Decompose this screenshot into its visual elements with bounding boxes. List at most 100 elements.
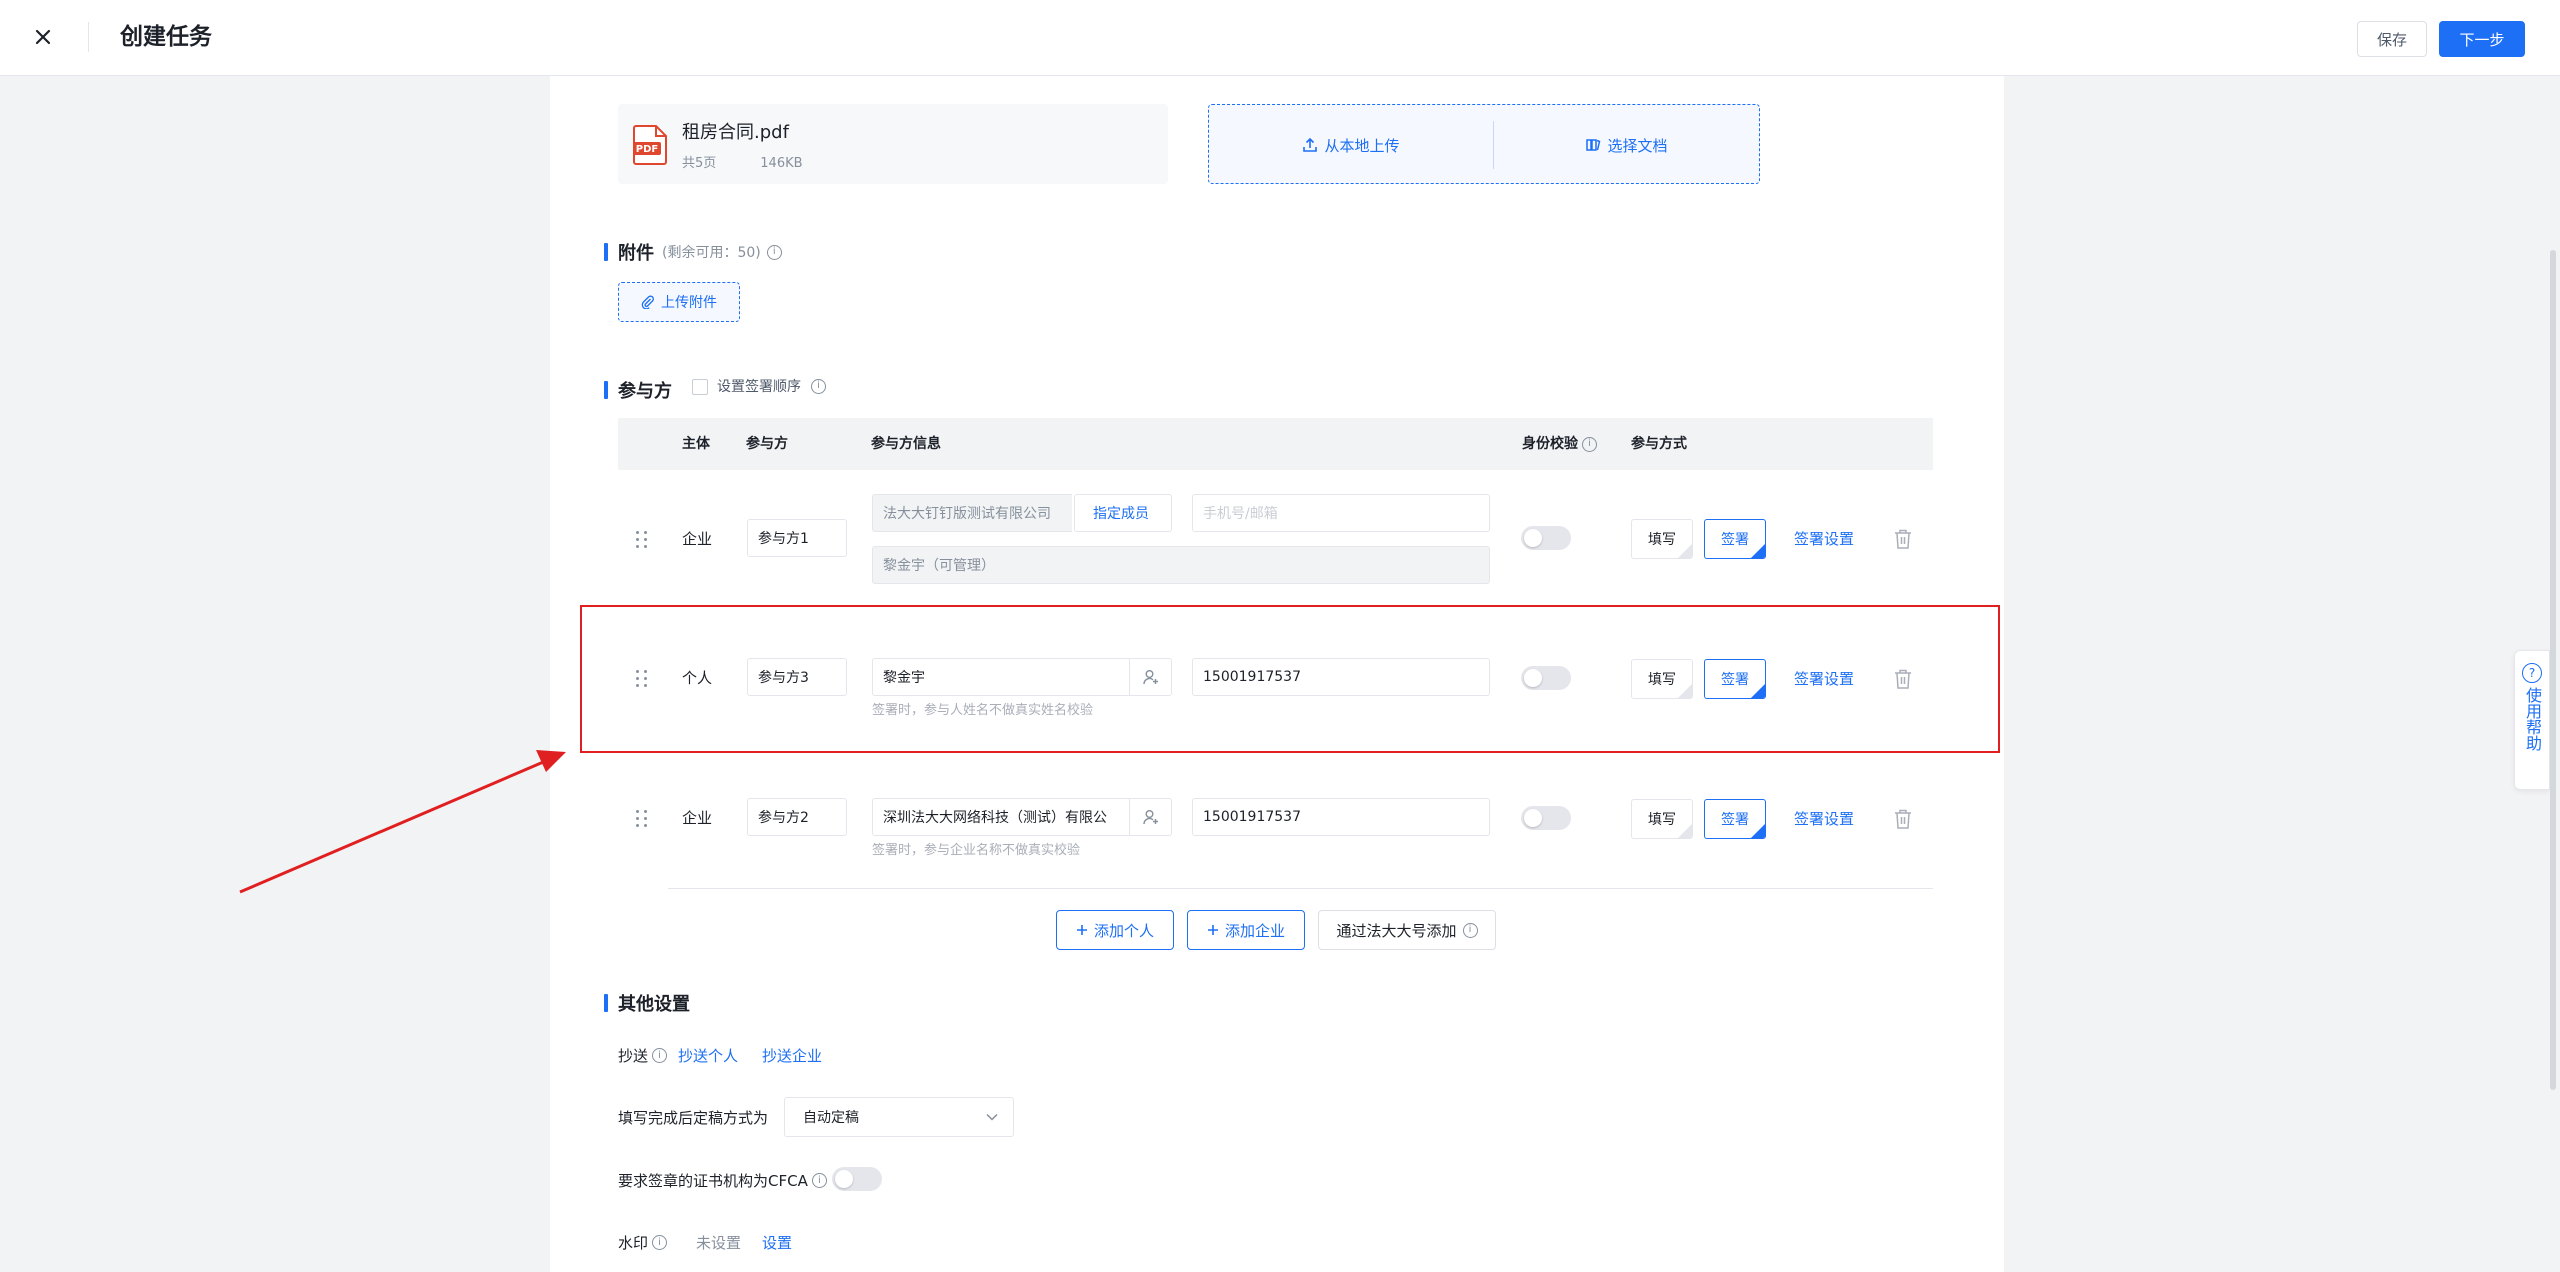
row2-subject: 个人 <box>682 669 713 687</box>
upload-attachment-button[interactable]: 上传附件 <box>618 282 740 322</box>
section-bar <box>604 994 608 1012</box>
row1-verify-toggle[interactable] <box>1521 526 1571 550</box>
watermark-row: 水印 i <box>618 1232 668 1253</box>
row2-fill-mode[interactable]: 填写 <box>1631 659 1693 699</box>
info-icon: i <box>1462 922 1478 938</box>
row1-subject: 企业 <box>682 530 713 548</box>
col-info: 参与方信息 <box>871 436 941 452</box>
row3-select-contact-button[interactable] <box>1129 799 1171 835</box>
trash-icon[interactable] <box>1893 528 1913 550</box>
row1-company-input[interactable]: 法大大钉钉版测试有限公司 <box>872 494 1072 532</box>
document-upload-box: 从本地上传 选择文档 <box>1208 104 1760 184</box>
save-button[interactable]: 保存 <box>2357 21 2427 57</box>
finalize-select[interactable]: 自动定稿 <box>784 1097 1014 1137</box>
sign-order-label: 设置签署顺序 i <box>717 376 826 396</box>
page-scrollbar[interactable] <box>2550 250 2556 1090</box>
row3-company-text: 深圳法大大网络科技（测试）有限公 <box>883 810 1107 826</box>
row2-sign-mode[interactable]: 签署 <box>1704 659 1766 699</box>
cc-label: 抄送 <box>618 1047 649 1065</box>
row3-contact-input[interactable]: 15001917537 <box>1192 798 1490 836</box>
contact-person-icon <box>1142 810 1158 825</box>
close-button[interactable] <box>28 22 58 52</box>
document-library-icon <box>1586 139 1601 151</box>
participants-title: 参与方 <box>618 381 672 402</box>
drag-handle-icon[interactable] <box>636 668 648 688</box>
add-via-label: 通过法大大号添加 <box>1336 921 1457 940</box>
file-meta: 共5页 146KB <box>682 152 847 171</box>
trash-icon[interactable] <box>1893 668 1913 690</box>
drag-handle-icon[interactable] <box>636 529 648 549</box>
row3-company-input[interactable]: 深圳法大大网络科技（测试）有限公 <box>872 798 1172 836</box>
add-company-button[interactable]: 添加企业 <box>1187 910 1305 950</box>
watermark-status: 未设置 <box>696 1234 742 1252</box>
info-icon[interactable]: i <box>766 244 782 260</box>
upload-icon <box>1303 137 1318 152</box>
row2-contact-input[interactable]: 15001917537 <box>1192 658 1490 696</box>
row1-assign-member-button[interactable]: 指定成员 <box>1074 494 1172 532</box>
row1-sign-text: 签署 <box>1721 532 1749 548</box>
sign-order-checkbox[interactable] <box>692 379 708 395</box>
info-icon[interactable]: i <box>811 378 826 394</box>
upload-local-button[interactable]: 从本地上传 <box>1209 105 1493 185</box>
row3-party-input[interactable]: 参与方2 <box>747 798 847 836</box>
help-float-button[interactable]: ? 使用帮助 <box>2514 650 2550 790</box>
cc-company-link[interactable]: 抄送企业 <box>762 1045 822 1066</box>
row1-party-input[interactable]: 参与方1 <box>747 519 847 557</box>
row2-name-input[interactable]: 黎金宇 <box>872 658 1172 696</box>
row2-select-contact-button[interactable] <box>1129 659 1171 695</box>
chevron-down-icon <box>986 1113 998 1121</box>
row3-subject: 企业 <box>682 809 713 827</box>
upload-attachment-label: 上传附件 <box>661 295 717 311</box>
add-person-button[interactable]: 添加个人 <box>1056 910 1174 950</box>
add-company-label: 添加企业 <box>1224 921 1285 940</box>
col-party: 参与方 <box>746 436 788 452</box>
pdf-file-icon: PDF <box>633 125 667 165</box>
section-bar <box>604 243 608 261</box>
next-step-button[interactable]: 下一步 <box>2439 21 2525 57</box>
row2-fill-text: 填写 <box>1648 672 1676 688</box>
row3-fill-text: 填写 <box>1648 812 1676 828</box>
finalize-value: 自动定稿 <box>803 1110 859 1126</box>
row3-sign-settings-link[interactable]: 签署设置 <box>1794 808 1854 829</box>
row1-sign-mode[interactable]: 签署 <box>1704 519 1766 559</box>
row3-fill-mode[interactable]: 填写 <box>1631 799 1693 839</box>
corner-mark <box>1751 544 1765 558</box>
other-settings-section-title: 其他设置 <box>604 990 690 1016</box>
info-icon[interactable]: i <box>1582 436 1597 452</box>
file-name: 租房合同.pdf <box>682 122 789 143</box>
drag-handle-icon[interactable] <box>636 808 648 828</box>
watermark-set-link[interactable]: 设置 <box>762 1232 792 1253</box>
row2-verify-toggle[interactable] <box>1521 666 1571 690</box>
row1-fill-mode[interactable]: 填写 <box>1631 519 1693 559</box>
add-via-fadada-button[interactable]: 通过法大大号添加 i <box>1318 910 1496 950</box>
section-bar <box>604 381 608 399</box>
info-icon[interactable]: i <box>652 1048 668 1063</box>
upload-local-label: 从本地上传 <box>1324 136 1400 155</box>
row3-sign-mode[interactable]: 签署 <box>1704 799 1766 839</box>
cfca-label: 要求签章的证书机构为CFCA <box>618 1172 808 1190</box>
row2-party-input[interactable]: 参与方3 <box>747 658 847 696</box>
cfca-toggle[interactable] <box>832 1167 882 1191</box>
row3-verify-toggle[interactable] <box>1521 806 1571 830</box>
row1-sign-settings-link[interactable]: 签署设置 <box>1794 528 1854 549</box>
close-icon <box>35 29 51 45</box>
participants-table-header: 主体 参与方 参与方信息 身份校验 i 参与方式 <box>618 418 1933 470</box>
document-file-card[interactable]: PDF 租房合同.pdf 共5页 146KB <box>618 104 1168 184</box>
cc-person-link[interactable]: 抄送个人 <box>678 1045 738 1066</box>
info-icon[interactable]: i <box>652 1235 668 1250</box>
row3-sign-text: 签署 <box>1721 812 1749 828</box>
cfca-row: 要求签章的证书机构为CFCA i <box>618 1170 827 1191</box>
row1-contact-input[interactable]: 手机号/邮箱 <box>1192 494 1490 532</box>
col-subject: 主体 <box>682 436 710 452</box>
info-icon[interactable]: i <box>811 1173 827 1188</box>
choose-document-button[interactable]: 选择文档 <box>1494 105 1759 185</box>
row1-member-input[interactable]: 黎金宇（可管理） <box>872 546 1490 584</box>
table-bottom-divider <box>668 888 1933 889</box>
attachment-section-title: 附件 (剩余可用：50) i <box>604 239 782 265</box>
attachment-remaining: (剩余可用：50) <box>662 245 761 261</box>
watermark-label: 水印 <box>618 1234 649 1252</box>
row2-hint: 签署时，参与人姓名不做真实姓名校验 <box>872 703 1094 718</box>
trash-icon[interactable] <box>1893 808 1913 830</box>
plus-icon <box>1207 925 1218 935</box>
row2-sign-settings-link[interactable]: 签署设置 <box>1794 668 1854 689</box>
